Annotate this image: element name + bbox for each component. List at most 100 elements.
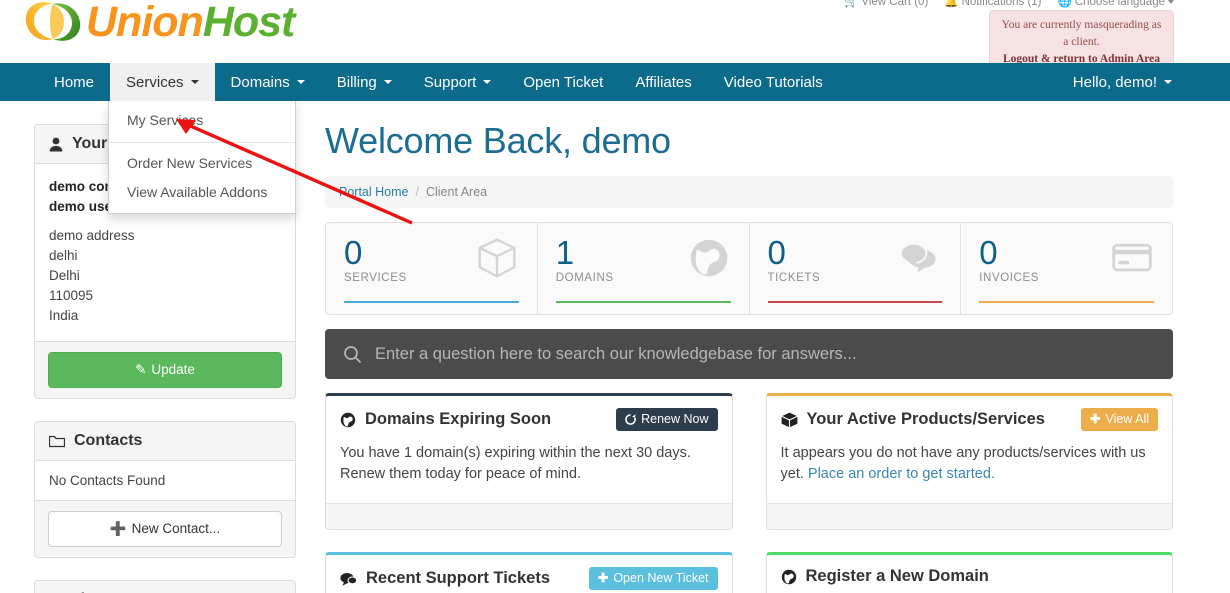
contacts-footer: ➕ New Contact... bbox=[35, 500, 295, 557]
box-icon bbox=[475, 237, 519, 279]
chat-icon bbox=[898, 237, 942, 279]
nav-label: Affiliates bbox=[635, 73, 692, 91]
top-bar: UnionHost 🛒 View Cart (0) 🔔 Notifications … bbox=[0, 0, 1230, 77]
client-area-page: UnionHost 🛒 View Cart (0) 🔔 Notifications … bbox=[0, 0, 1230, 593]
nav-label: Services bbox=[126, 73, 184, 91]
dashboard-cards: Domains Expiring Soon Renew Now You have… bbox=[325, 393, 1173, 593]
cards-left-column: Domains Expiring Soon Renew Now You have… bbox=[325, 393, 733, 593]
view-cart-label: View Cart (0) bbox=[861, 0, 929, 8]
contacts-title: Contacts bbox=[74, 432, 143, 449]
active-products-body: It appears you do not have any products/… bbox=[767, 441, 1173, 503]
new-contact-button[interactable]: ➕ New Contact... bbox=[48, 511, 282, 547]
active-products-footer bbox=[766, 503, 1172, 529]
nav-items: Home Services Domains Billing Support Op… bbox=[38, 63, 839, 101]
globe-icon: 🌐 bbox=[1057, 0, 1072, 8]
search-input[interactable] bbox=[375, 344, 1155, 364]
pencil-icon: ✎ bbox=[135, 362, 147, 377]
active-products-card: Your Active Products/Services ✚ View All… bbox=[765, 393, 1173, 530]
register-domain-title-wrap: Register a New Domain bbox=[781, 567, 989, 586]
globe-icon bbox=[340, 412, 356, 428]
active-products-title: Your Active Products/Services bbox=[806, 410, 1045, 428]
breadcrumb-current: Client Area bbox=[425, 185, 488, 199]
dropdown-divider bbox=[109, 142, 295, 143]
stat-domains[interactable]: 1 DOMAINS bbox=[538, 223, 750, 314]
user-menu-label: Hello, demo! bbox=[1072, 73, 1157, 91]
recent-tickets-header: Recent Support Tickets ✚ Open New Ticket bbox=[326, 555, 732, 593]
renew-now-label: Renew Now bbox=[641, 412, 709, 426]
active-products-header: Your Active Products/Services ✚ View All bbox=[767, 396, 1173, 441]
new-contact-label: New Contact... bbox=[131, 521, 221, 536]
cart-icon: 🛒 bbox=[844, 0, 859, 8]
detail-state: Delhi bbox=[49, 268, 80, 283]
notifications-link[interactable]: 🔔 Notifications (1) bbox=[944, 0, 1041, 8]
domains-expiring-body: You have 1 domain(s) expiring within the… bbox=[326, 441, 732, 503]
plus-icon: ➕ bbox=[109, 521, 127, 536]
services-dropdown-menu: My Services Order New Services View Avai… bbox=[108, 101, 296, 214]
place-order-link[interactable]: Place an order to get started. bbox=[808, 466, 995, 482]
breadcrumb-portal-home[interactable]: Portal Home bbox=[339, 185, 408, 199]
stat-invoices[interactable]: 0 INVOICES bbox=[961, 223, 1172, 314]
register-domain-card: Register a New Domain bbox=[765, 552, 1173, 593]
update-button[interactable]: ✎ Update bbox=[48, 352, 282, 388]
nav-item-support[interactable]: Support bbox=[408, 63, 508, 101]
nav-label: Billing bbox=[336, 73, 377, 91]
cards-right-column: Your Active Products/Services ✚ View All… bbox=[765, 393, 1173, 593]
user-icon bbox=[49, 137, 63, 152]
domains-expiring-title-wrap: Domains Expiring Soon bbox=[340, 410, 551, 429]
stat-rule bbox=[555, 301, 731, 303]
breadcrumb: Portal Home / Client Area bbox=[325, 176, 1173, 208]
nav-label: Video Tutorials bbox=[723, 73, 823, 91]
stat-rule bbox=[979, 301, 1154, 303]
page-title: Welcome Back, demo bbox=[325, 120, 671, 161]
stat-services[interactable]: 0 SERVICES bbox=[326, 223, 538, 314]
site-logo[interactable]: UnionHost bbox=[22, 0, 296, 50]
plus-icon: ✚ bbox=[1089, 412, 1101, 426]
stat-rule bbox=[344, 301, 519, 303]
domains-expiring-line2: Renew them today for peace of mind. bbox=[340, 466, 581, 482]
renew-now-button[interactable]: Renew Now bbox=[616, 408, 718, 431]
domains-expiring-header: Domains Expiring Soon Renew Now bbox=[326, 396, 732, 441]
open-new-ticket-button[interactable]: ✚ Open New Ticket bbox=[588, 567, 718, 590]
dropdown-item-order-new-services[interactable]: Order New Services bbox=[109, 149, 295, 178]
nav-item-home[interactable]: Home bbox=[38, 63, 110, 101]
stats-row: 0 SERVICES 1 DOMAINS 0 TICKETS 0 INVOICE… bbox=[325, 222, 1173, 315]
update-button-label: Update bbox=[151, 362, 195, 377]
dropdown-item-view-available-addons[interactable]: View Available Addons bbox=[109, 178, 295, 207]
bell-icon: 🔔 bbox=[944, 0, 959, 8]
box-icon bbox=[780, 412, 798, 428]
logo-swirl-icon bbox=[22, 0, 84, 46]
chevron-down-icon bbox=[296, 80, 305, 84]
nav-label: Domains bbox=[230, 73, 290, 91]
view-cart-link[interactable]: 🛒 View Cart (0) bbox=[844, 0, 928, 8]
globe-icon bbox=[687, 237, 731, 279]
recent-tickets-title-wrap: Recent Support Tickets bbox=[340, 569, 550, 588]
nav-item-open-ticket[interactable]: Open Ticket bbox=[507, 63, 619, 101]
nav-item-billing[interactable]: Billing bbox=[321, 63, 408, 101]
choose-language-link[interactable]: 🌐 Choose language bbox=[1057, 0, 1174, 8]
main-content: Welcome Back, demo Portal Home / Client Ar… bbox=[325, 118, 1173, 593]
plus-icon: ✚ bbox=[597, 571, 609, 585]
logo-text-host: Host bbox=[202, 0, 296, 46]
nav-item-video-tutorials[interactable]: Video Tutorials bbox=[708, 63, 839, 101]
refresh-icon bbox=[625, 414, 636, 425]
chevron-down-icon bbox=[190, 80, 199, 84]
view-all-button[interactable]: ✚ View All bbox=[1080, 408, 1158, 431]
nav-item-affiliates[interactable]: Affiliates bbox=[619, 63, 707, 101]
top-utility-links: 🛒 View Cart (0) 🔔 Notifications (1) 🌐 Choos… bbox=[844, 0, 1174, 8]
nav-label: Open Ticket bbox=[523, 73, 604, 91]
recent-tickets-title: Recent Support Tickets bbox=[366, 569, 550, 587]
dropdown-item-my-services[interactable]: My Services bbox=[109, 106, 295, 135]
masquerade-message: You are currently masquerading as a clie… bbox=[1001, 19, 1162, 48]
knowledgebase-search[interactable] bbox=[325, 329, 1173, 379]
nav-item-domains[interactable]: Domains bbox=[215, 63, 321, 101]
stat-rule bbox=[767, 301, 943, 303]
nav-item-services[interactable]: Services bbox=[110, 63, 215, 101]
chat-icon bbox=[340, 572, 357, 586]
shortcuts-panel: Shortcuts bbox=[34, 580, 296, 593]
domains-expiring-card: Domains Expiring Soon Renew Now You have… bbox=[325, 393, 733, 530]
active-products-title-wrap: Your Active Products/Services bbox=[780, 410, 1045, 429]
your-details-footer: ✎ Update bbox=[35, 341, 295, 398]
stat-tickets[interactable]: 0 TICKETS bbox=[750, 223, 962, 314]
domains-expiring-line1: You have 1 domain(s) expiring within the… bbox=[340, 445, 691, 461]
user-menu[interactable]: Hello, demo! bbox=[1073, 63, 1172, 101]
